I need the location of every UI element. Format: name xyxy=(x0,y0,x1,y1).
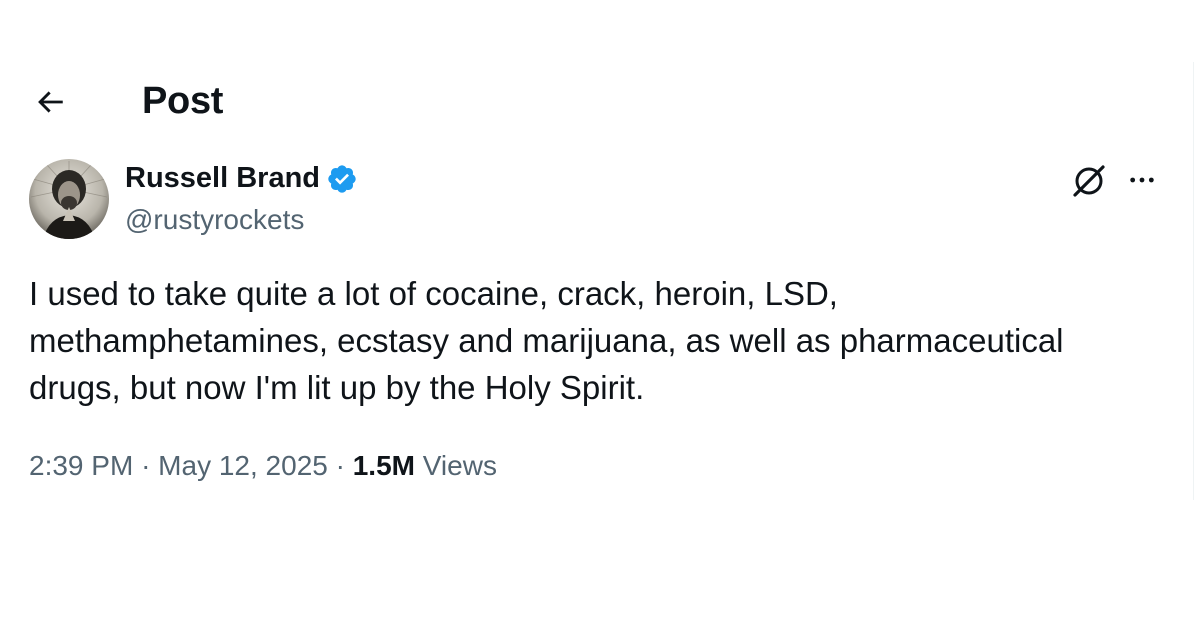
author-display-name[interactable]: Russell Brand xyxy=(125,162,358,195)
meta-separator: · xyxy=(141,450,151,481)
more-horizontal-icon xyxy=(1130,177,1154,183)
page-title: Post xyxy=(142,80,224,122)
avatar[interactable] xyxy=(29,159,109,239)
avatar-image xyxy=(29,159,109,239)
tweet-date[interactable]: May 12, 2025 xyxy=(158,450,328,481)
verified-badge-icon[interactable] xyxy=(326,163,358,195)
tweet-time[interactable]: 2:39 PM xyxy=(29,450,133,481)
author-name-text: Russell Brand xyxy=(125,162,320,194)
meta-separator: · xyxy=(335,450,345,481)
back-button[interactable] xyxy=(28,82,72,122)
tweet-text: I used to take quite a lot of cocaine, c… xyxy=(29,270,1159,411)
tweet-text-line: methamphetamines, ecstasy and marijuana,… xyxy=(29,322,1064,359)
tweet-meta: 2:39 PM · May 12, 2025 · 1.5M Views xyxy=(29,450,497,482)
column-border xyxy=(1193,62,1194,500)
more-options-button[interactable] xyxy=(1122,160,1162,200)
arrow-left-icon xyxy=(38,91,63,113)
views-count[interactable]: 1.5M xyxy=(353,450,415,481)
tweet-text-line: I used to take quite a lot of cocaine, c… xyxy=(29,275,838,312)
tweet-text-line: drugs, but now I'm lit up by the Holy Sp… xyxy=(29,369,645,406)
grok-icon xyxy=(1073,165,1105,197)
grok-button[interactable] xyxy=(1066,158,1112,204)
views-label: Views xyxy=(422,450,497,481)
post-header: Post xyxy=(0,72,1193,132)
author-handle[interactable]: @rustyrockets xyxy=(125,204,304,236)
